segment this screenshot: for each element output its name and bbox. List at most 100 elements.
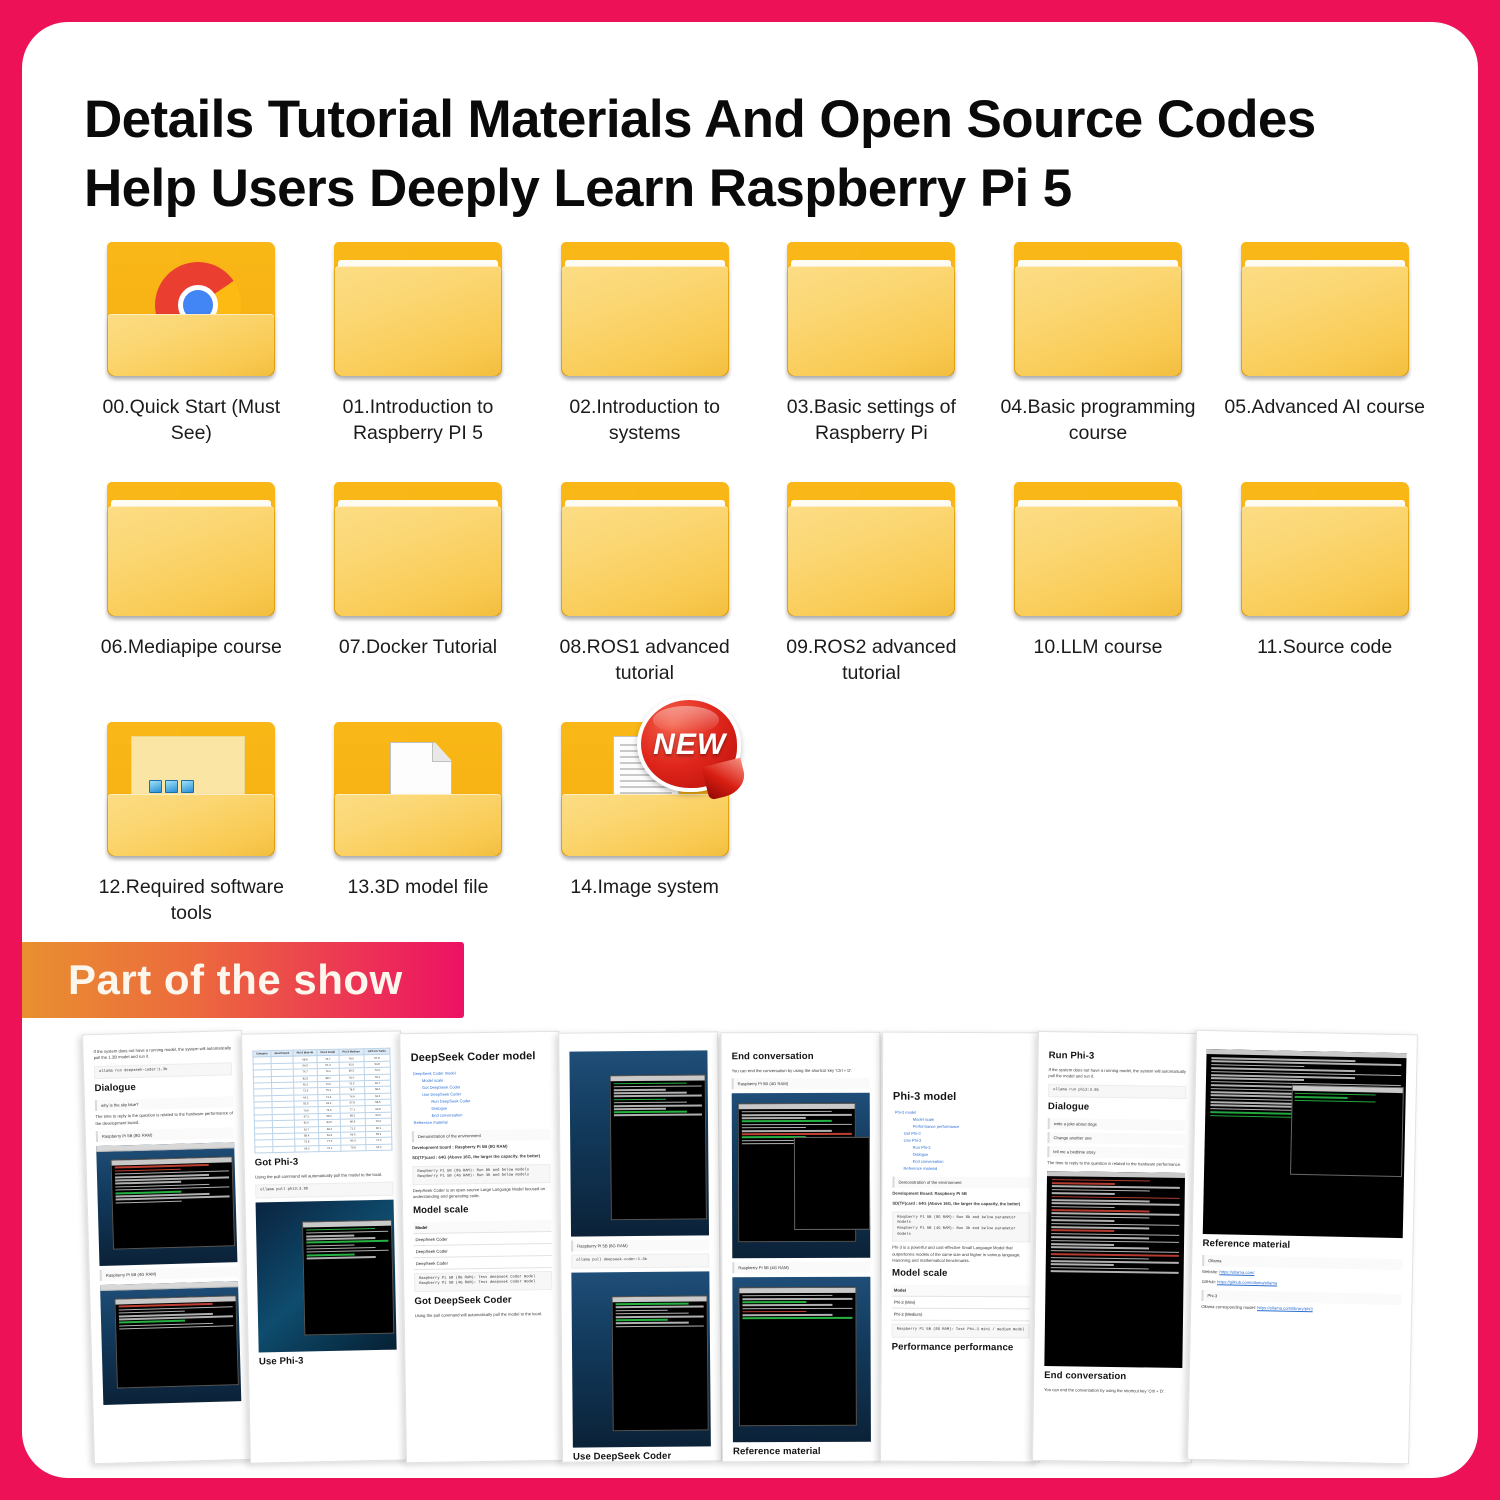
doc-toc[interactable]: Phi-3 model Model scale Performance perf… xyxy=(895,1109,1031,1173)
ollama-link[interactable]: https://ollama.com/library/phi3 xyxy=(1257,1305,1313,1311)
folder-document-icon[interactable]: NEW xyxy=(551,696,749,864)
folder-item-11[interactable]: 11.Source code xyxy=(1211,474,1438,702)
folder-item-01[interactable]: 01.Introduction to Raspberry PI 5 xyxy=(305,234,532,462)
doc-heading: DeepSeek Coder model xyxy=(410,1050,536,1065)
document-page[interactable]: End conversation You can end the convers… xyxy=(720,1031,882,1463)
folder-icon[interactable] xyxy=(551,474,739,624)
folder-item-08[interactable]: 08.ROS1 advanced tutorial xyxy=(531,474,758,702)
doc-body: If the system does not have a running mo… xyxy=(1048,1067,1187,1080)
folder-item-10[interactable]: 10.LLM course xyxy=(985,474,1212,702)
doc-sdcard: SD(TF)card : 64G (Above 16G, the larger … xyxy=(892,1200,1021,1207)
poster-root: Details Tutorial Materials And Open Sour… xyxy=(0,0,1500,1500)
document-page[interactable]: Phi-3 model Phi-3 model Model scale Perf… xyxy=(880,1031,1043,1463)
folder-icon[interactable] xyxy=(324,474,512,624)
doc-code: Raspberry Pi 5B (8G RAM): Run 8b and bel… xyxy=(412,1163,551,1186)
doc-heading: Performance performance xyxy=(891,1341,1014,1354)
folder-item-02[interactable]: 02.Introduction to systems xyxy=(531,234,758,462)
folder-grid: 00.Quick Start (Must See) 01.Introductio… xyxy=(78,234,1438,942)
folder-icon[interactable] xyxy=(777,234,965,384)
folder-item-12[interactable]: 12.Required software tools xyxy=(78,714,305,942)
folder-label: 08.ROS1 advanced tutorial xyxy=(559,636,730,685)
doc-heading: Dialogue xyxy=(94,1082,137,1095)
folder-icon[interactable] xyxy=(1004,474,1192,624)
folder-item-09[interactable]: 09.ROS2 advanced tutorial xyxy=(758,474,985,702)
doc-quote: Demonstration of the environment xyxy=(411,1128,550,1143)
doc-heading: End conversation xyxy=(731,1050,814,1063)
folder-item-07[interactable]: 07.Docker Tutorial xyxy=(305,474,532,702)
folder-label: 01.Introduction to Raspberry PI 5 xyxy=(342,396,494,445)
ribbon-label: Part of the show xyxy=(68,956,403,1003)
doc-heading: Got Phi-3 xyxy=(254,1156,299,1169)
folder-label: 13.3D model file xyxy=(347,876,489,898)
benchmark-table: Category Benchmark Phi-3 Mini-4k Phi-3 Sma… xyxy=(252,1048,392,1154)
folder-icon[interactable] xyxy=(777,474,965,624)
model-table: Model Phi-3 (Mini) Phi-3 (Medium) xyxy=(891,1284,1030,1322)
terminal-screenshot xyxy=(1202,1048,1407,1239)
folder-icon[interactable] xyxy=(1004,234,1192,384)
folder-apps-icon[interactable] xyxy=(97,714,285,864)
folder-icon[interactable] xyxy=(97,474,285,624)
doc-heading: Reference material xyxy=(732,1446,821,1458)
folder-chrome-icon[interactable] xyxy=(97,234,285,384)
doc-code: Raspberry Pi 5B (8G RAM): Test Phi-3 min… xyxy=(891,1323,1030,1339)
document-page[interactable]: If the system does not have a running mo… xyxy=(82,1029,254,1465)
document-page[interactable]: Category Benchmark Phi-3 Mini-4k Phi-3 Sma… xyxy=(241,1030,410,1464)
doc-caption: Raspberry Pi 5B (4G RAM) xyxy=(731,1078,870,1090)
folder-label: 12.Required software tools xyxy=(98,876,284,925)
folder-item-04[interactable]: 04.Basic programming course xyxy=(985,234,1212,462)
folder-label: 06.Mediapipe course xyxy=(100,636,282,658)
folder-icon[interactable] xyxy=(324,234,512,384)
doc-prompt: write a joke about dogs xyxy=(1047,1118,1186,1132)
folder-item-06[interactable]: 06.Mediapipe course xyxy=(78,474,305,702)
folder-item-14[interactable]: NEW 14.Image system xyxy=(531,696,758,942)
document-page[interactable]: Reference material Ollama Website: https… xyxy=(1187,1029,1418,1465)
doc-body: Using the pull command will automaticall… xyxy=(414,1311,543,1319)
doc-heading: Model scale xyxy=(412,1203,469,1216)
doc-toc[interactable]: DeepSeek Coder model Model scale Got Dee… xyxy=(413,1068,550,1126)
doc-body: The time to reply to the question is rel… xyxy=(95,1110,233,1126)
doc-prompt: Change another one xyxy=(1047,1132,1186,1146)
folder-item-13[interactable]: 13.3D model file xyxy=(305,714,532,942)
folder-icon[interactable] xyxy=(1231,474,1419,624)
github-link[interactable]: https://github.com/ollama/ollama xyxy=(1217,1280,1277,1286)
terminal-screenshot xyxy=(96,1142,238,1266)
doc-code: ollama run phi3:3.8b xyxy=(1048,1083,1187,1100)
doc-heading: Run Phi-3 xyxy=(1048,1050,1095,1062)
doc-heading: Model scale xyxy=(891,1267,948,1280)
folder-icon[interactable] xyxy=(551,234,739,384)
doc-quote: Demonstration of the environment xyxy=(892,1176,1031,1189)
folder-label: 04.Basic programming course xyxy=(1000,396,1196,445)
doc-caption: Raspberry Pi 5B (4G RAM) xyxy=(99,1266,238,1281)
doc-quote: Ollama xyxy=(1202,1254,1403,1271)
doc-body: DeepSeek Coder is an open-source Large L… xyxy=(412,1186,546,1200)
doc-code: ollama pull phi3:3.8b xyxy=(255,1181,394,1199)
terminal-screenshot xyxy=(1044,1170,1186,1368)
folder-label: 05.Advanced AI course xyxy=(1224,396,1425,418)
terminal-screenshot xyxy=(255,1199,397,1353)
terminal-screenshot xyxy=(732,1277,871,1443)
folder-label: 00.Quick Start (Must See) xyxy=(102,396,281,445)
folder-label: 10.LLM course xyxy=(1033,636,1163,658)
folder-document-icon[interactable] xyxy=(324,714,512,864)
website-link[interactable]: https://ollama.com/ xyxy=(1219,1269,1254,1275)
doc-body: Phi-3 is a powerful and cost-effective S… xyxy=(892,1244,1021,1263)
terminal-screenshot xyxy=(569,1050,710,1237)
page-title: Details Tutorial Materials And Open Sour… xyxy=(84,90,1316,218)
document-page[interactable]: Raspberry Pi 5B (8G RAM) ollama pull dee… xyxy=(558,1031,722,1463)
doc-body: You can end the conversation by using th… xyxy=(1043,1386,1165,1394)
folder-item-00[interactable]: 00.Quick Start (Must See) xyxy=(78,234,305,462)
doc-prompt: tell me a bedtime story xyxy=(1047,1146,1186,1160)
folder-label: 07.Docker Tutorial xyxy=(338,636,498,658)
document-page[interactable]: DeepSeek Coder model DeepSeek Coder mode… xyxy=(399,1030,566,1464)
doc-body: The time to reply to the question is rel… xyxy=(1047,1160,1182,1168)
folder-item-05[interactable]: 05.Advanced AI course xyxy=(1211,234,1438,462)
folder-item-03[interactable]: 03.Basic settings of Raspberry Pi xyxy=(758,234,985,462)
terminal-screenshot xyxy=(100,1281,242,1405)
doc-code: ollama pull deepseek-coder:1.3b xyxy=(571,1253,710,1269)
doc-devboard: Development Board: Raspberry Pi 5B xyxy=(892,1190,967,1197)
document-page[interactable]: Run Phi-3 If the system does not have a … xyxy=(1032,1030,1198,1464)
doc-code: Raspberry Pi 5B (8G RAM): Run 8b and bel… xyxy=(892,1211,1031,1243)
doc-heading: End conversation xyxy=(1044,1369,1127,1382)
folder-icon[interactable] xyxy=(1231,234,1419,384)
doc-intro: If the system does not have a running mo… xyxy=(93,1045,232,1061)
